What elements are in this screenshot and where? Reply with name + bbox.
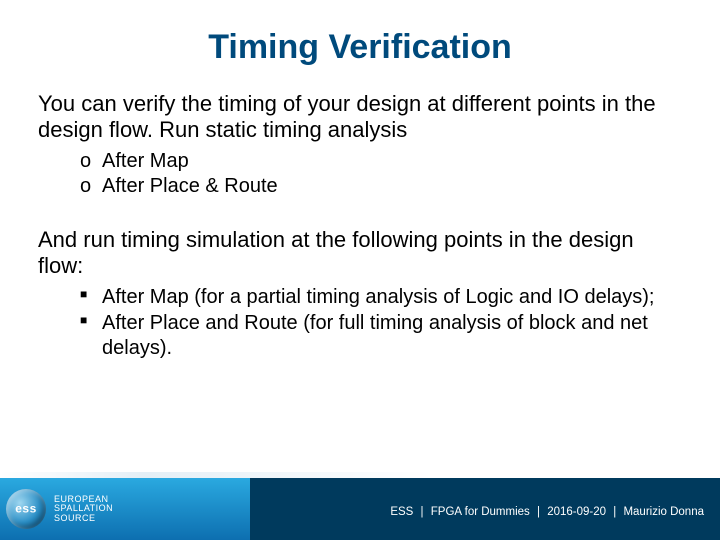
separator-icon: |	[613, 506, 616, 518]
footer-doc: FPGA for Dummies	[431, 506, 530, 518]
intro-paragraph-1: You can verify the timing of your design…	[38, 91, 682, 143]
footer-band: ess European Spallation Source ESS | FPG…	[0, 478, 720, 540]
list-item: After Place and Route (for full timing a…	[80, 311, 682, 360]
separator-icon: |	[537, 506, 540, 518]
ess-logo-initials: ess	[15, 502, 37, 516]
separator-icon: |	[421, 506, 424, 518]
list-item: After Place & Route	[80, 174, 682, 199]
intro-paragraph-2: And run timing simulation at the followi…	[38, 227, 682, 279]
list-item: After Map (for a partial timing analysis…	[80, 285, 682, 309]
slide-body: You can verify the timing of your design…	[0, 67, 720, 360]
slide-title: Timing Verification	[0, 0, 720, 67]
footer-org: ESS	[390, 506, 413, 518]
footer-author: Maurizio Donna	[623, 506, 704, 518]
slide-root: Timing Verification You can verify the t…	[0, 0, 720, 540]
footer-meta: ESS | FPGA for Dummies | 2016-09-20 | Ma…	[390, 506, 704, 518]
footer-date: 2016-09-20	[547, 506, 606, 518]
ess-logo-text: European Spallation Source	[54, 495, 113, 523]
logo: ess European Spallation Source	[6, 482, 113, 536]
list-item: After Map	[80, 149, 682, 174]
list-timing-sim: After Map (for a partial timing analysis…	[80, 285, 682, 360]
ess-logo-icon: ess	[6, 489, 46, 529]
list-static-timing: After Map After Place & Route	[80, 149, 682, 199]
